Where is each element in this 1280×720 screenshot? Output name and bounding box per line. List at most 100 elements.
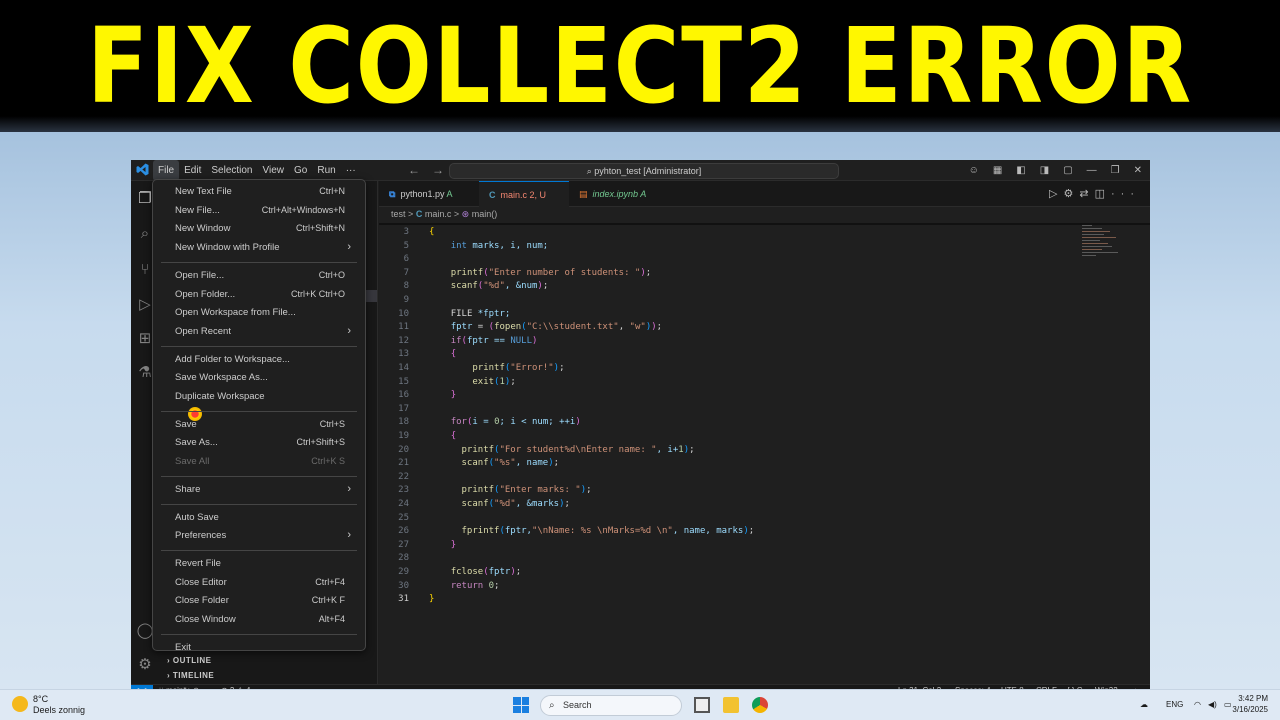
code-token: marks, i, num; [466,240,549,251]
menu-item-duplicate-workspace[interactable]: Duplicate Workspace [175,388,345,405]
windows-start-icon[interactable] [513,697,529,713]
command-center[interactable]: ⌕ pyhton_test [Administrator] [449,163,839,179]
search-icon: ⌕ [549,700,555,711]
clock-time[interactable]: 3:42 PM [1238,694,1268,703]
weather-description[interactable]: Deels zonnig [33,705,85,715]
menu-item-shortcut: Ctrl+S [319,418,345,429]
menu-item-save[interactable]: Save Ctrl+S [175,416,345,433]
menu-separator [161,345,357,347]
customize-layout-icon[interactable]: ▢ [1063,160,1072,181]
battery-icon[interactable]: ▭ [1224,700,1232,709]
breadcrumb-symbol[interactable]: main() [472,209,498,219]
menu-item-close-editor[interactable]: Close Editor Ctrl+F4 [175,574,345,591]
tab-python1[interactable]: ⧉ python1.py A [379,181,479,207]
menu-item-label: Close Editor [175,576,227,588]
toggle-secondary-sidebar-icon[interactable]: ◨ [1040,160,1049,181]
menu-item-shortcut: Ctrl+K F [311,595,345,606]
menu-file[interactable]: File [153,160,180,181]
chevron-right-icon: › [347,241,351,254]
menu-item-label: New File... [175,204,220,216]
menu-item-close-folder[interactable]: Close Folder Ctrl+K F [175,592,345,609]
back-arrow-icon[interactable]: ← [408,163,432,177]
more-actions-icon[interactable]: ··· [1111,188,1140,200]
toggle-panel-icon[interactable]: ▦ [993,160,1002,181]
menu-item-shortcut: Ctrl+K Ctrl+O [290,288,345,299]
clock-date[interactable]: 3/16/2025 [1232,705,1268,714]
menu-item-shortcut: Ctrl+Shift+S [296,437,345,448]
code-token: ; [553,458,560,469]
menu-item-save-workspace-as[interactable]: Save Workspace As... [175,369,345,386]
menu-item-auto-save[interactable]: Auto Save [175,509,345,526]
volume-icon[interactable]: ◀) [1208,700,1217,709]
taskbar-search[interactable]: ⌕ Search [540,695,682,716]
menu-item-exit[interactable]: Exit [175,639,345,656]
menu-item-save-as[interactable]: Save As... Ctrl+Shift+S [175,434,345,451]
wifi-icon[interactable]: ◠ [1194,700,1201,709]
run-icon[interactable]: ▷ [1049,188,1063,200]
settings-icon[interactable]: ⚙ [1064,188,1080,200]
editor-tabs: ⧉ python1.py A Cmain.c 2, U ▤ index.ipynb … [379,181,1150,207]
onedrive-cloud-icon[interactable]: ☁ [1140,700,1148,709]
weather-sun-icon[interactable] [12,696,28,712]
chrome-icon[interactable] [752,697,768,713]
file-explorer-icon[interactable] [723,697,739,713]
menu-item-preferences[interactable]: Preferences › [175,527,351,544]
menu-item-open-file[interactable]: Open File... Ctrl+O [175,267,345,284]
code-token: exit [472,376,495,387]
menu-item-close-window[interactable]: Close Window Alt+F4 [175,611,345,628]
code-token: ; [494,580,500,591]
menu-item-label: Preferences [175,530,227,542]
menu-item-open-folder[interactable]: Open Folder... Ctrl+K Ctrl+O [175,286,345,303]
compare-icon[interactable]: ⇄ [1079,188,1094,200]
toggle-sidebar-icon[interactable]: ◧ [1016,160,1025,181]
tab-index-ipynb[interactable]: ▤ index.ipynb A [569,181,669,207]
minimize-button[interactable]: — [1087,160,1097,181]
line-number: 8 [403,281,409,292]
menu-item-new-window[interactable]: New Window Ctrl+Shift+N [175,220,345,237]
outline-section[interactable]: › OUTLINE [167,656,212,665]
breadcrumb-file[interactable]: main.c [425,209,452,219]
menu-item-label: Open Recent [175,325,231,337]
close-button[interactable]: ✕ [1134,160,1142,181]
menu-view[interactable]: View [258,160,290,181]
menu-item-new-window-with-profile[interactable]: New Window with Profile › [175,239,351,256]
code-token: i = [472,417,495,428]
code-token: "C:\\student.txt" [526,322,619,333]
restore-button[interactable]: ❐ [1111,160,1120,181]
minimap[interactable] [1082,225,1120,265]
weather-temperature[interactable]: 8°C [33,694,48,704]
menu-run[interactable]: Run [312,160,340,181]
timeline-section[interactable]: › TIMELINE [167,671,214,680]
breadcrumb: test > C main.c > ⊛ main() [391,209,498,219]
menu-edit[interactable]: Edit [179,160,206,181]
settings-gear-icon[interactable]: ⚙ [131,655,159,673]
code-token: "%s" [494,458,516,469]
menu-item-open-workspace-from-file[interactable]: Open Workspace from File... [175,304,345,321]
copilot-icon[interactable]: ☺ [969,160,979,181]
split-editor-icon[interactable]: ◫ [1095,188,1111,200]
task-view-icon[interactable] [694,697,710,713]
menu-selection[interactable]: Selection [206,160,257,181]
input-language[interactable]: ENG [1166,700,1183,709]
menu-item-new-text-file[interactable]: New Text File Ctrl+N [175,183,345,200]
menu-item-open-recent[interactable]: Open Recent › [175,323,351,340]
code-token: "For student%d\nEnter name: " [499,444,657,455]
code-line: } [429,594,434,604]
editor-actions: ▷⚙⇄◫··· [1049,181,1140,207]
menu-item-shortcut: Ctrl+N [319,186,345,196]
menu-more[interactable]: ··· [341,160,361,181]
menu-go[interactable]: Go [289,160,312,181]
code-token: fptr [488,567,511,577]
menu-item-share[interactable]: Share › [175,481,351,498]
line-number: 19 [398,431,409,441]
menu-item-new-file[interactable]: New File... Ctrl+Alt+Windows+N [175,202,345,219]
menu-item-add-folder-to-workspace[interactable]: Add Folder to Workspace... [175,351,345,368]
code-token: ; [748,526,755,537]
menu-item-label: Duplicate Workspace [175,391,265,402]
breadcrumb-folder[interactable]: test [391,209,406,219]
tab-main-c[interactable]: Cmain.c 2, U [479,181,569,207]
menu-item-revert-file[interactable]: Revert File [175,555,345,572]
line-number: 24 [398,499,409,509]
